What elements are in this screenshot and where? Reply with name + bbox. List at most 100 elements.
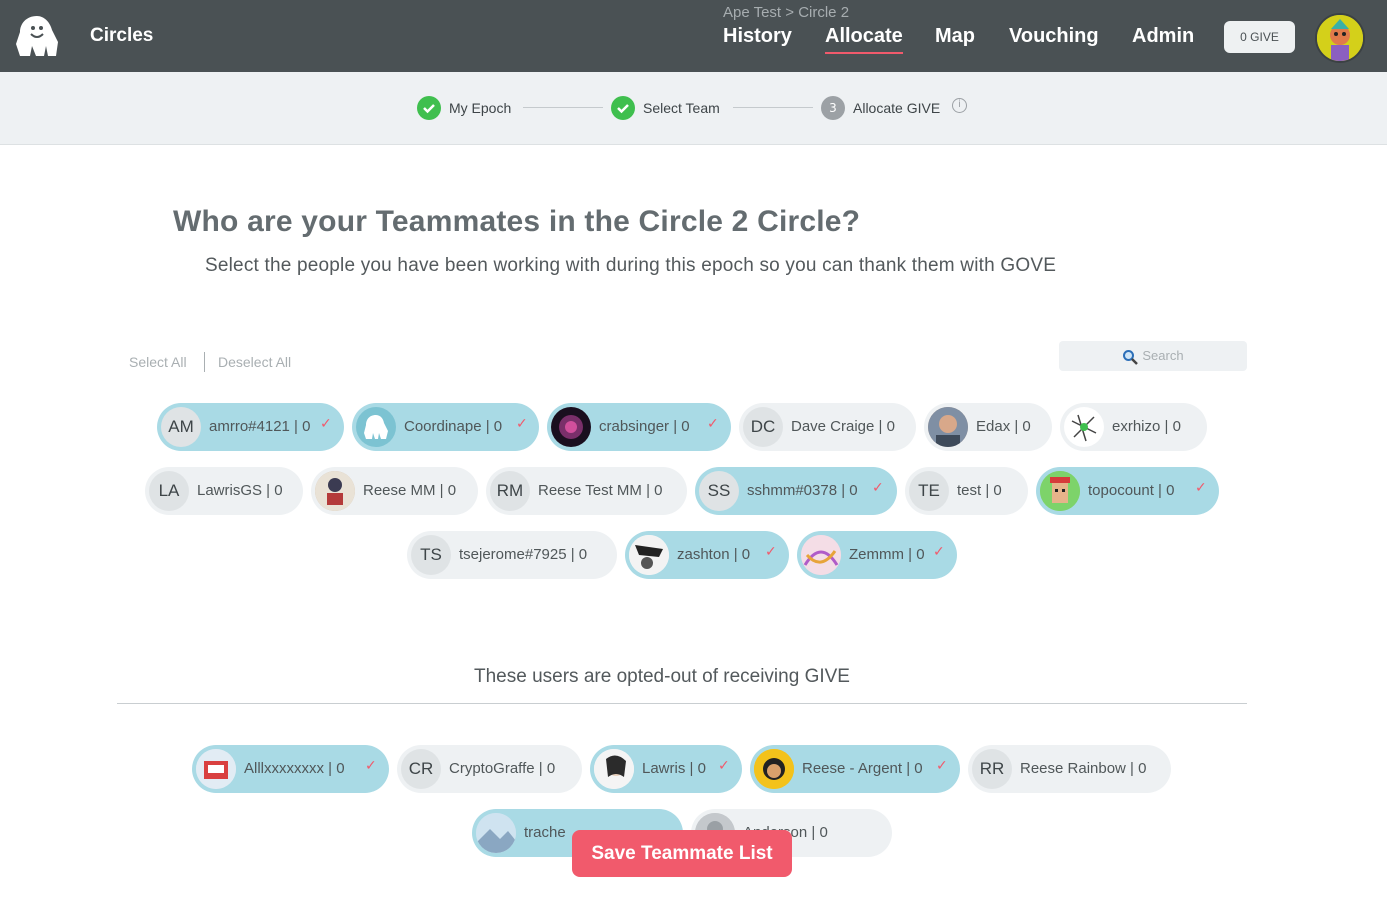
punk-icon <box>1040 471 1080 511</box>
give-balance-button[interactable]: 0 GIVE <box>1224 21 1295 53</box>
optout-label: CryptoGraffe | 0 <box>449 760 556 777</box>
teammate-chip[interactable]: TS tsejerome#7925 | 0 <box>407 531 617 579</box>
deselect-all-link[interactable]: Deselect All <box>218 354 291 370</box>
optout-chip[interactable]: Reese - Argent | 0 ✓ <box>750 745 960 793</box>
avatar: AM <box>161 407 201 447</box>
teammate-chip[interactable]: DC Dave Craige | 0 <box>739 403 916 451</box>
search-input[interactable]: Search <box>1059 341 1247 371</box>
teammate-chip[interactable]: Zemmm | 0 ✓ <box>797 531 957 579</box>
avatar: TS <box>411 535 451 575</box>
step-connector <box>523 107 603 108</box>
avatar <box>356 407 396 447</box>
check-icon <box>611 96 635 120</box>
teammate-label: Reese Test MM | 0 <box>538 482 663 499</box>
avatar <box>801 535 841 575</box>
optout-label: trache <box>524 824 566 841</box>
avatar <box>754 749 794 789</box>
step-connector <box>733 107 813 108</box>
nav-admin[interactable]: Admin <box>1132 25 1194 48</box>
avatar: DC <box>743 407 783 447</box>
yellow-face-icon <box>754 749 794 789</box>
optout-chip[interactable]: Alllxxxxxxxx | 0 ✓ <box>192 745 389 793</box>
teammate-label: zashton | 0 <box>677 546 751 563</box>
teammate-chip[interactable]: topocount | 0 ✓ <box>1036 467 1219 515</box>
teammate-chip[interactable]: Coordinape | 0 ✓ <box>352 403 539 451</box>
sketch-icon <box>1071 414 1097 442</box>
optout-chip[interactable]: RR Reese Rainbow | 0 <box>968 745 1171 793</box>
avatar: LA <box>149 471 189 511</box>
check-icon <box>417 96 441 120</box>
step-select-team[interactable]: Select Team <box>643 100 720 116</box>
teammate-chip[interactable]: zashton | 0 ✓ <box>625 531 789 579</box>
avatar: TE <box>909 471 949 511</box>
avatar <box>315 471 355 511</box>
step-allocate-give[interactable]: Allocate GIVE <box>853 100 940 116</box>
nav-vouching[interactable]: Vouching <box>1009 25 1099 48</box>
page-subtitle: Select the people you have been working … <box>205 255 1057 276</box>
profile-avatar[interactable] <box>1315 13 1365 63</box>
save-teammate-list-button[interactable]: Save Teammate List <box>572 830 792 877</box>
photo-icon <box>928 407 968 447</box>
optout-chip[interactable]: CR CryptoGraffe | 0 <box>397 745 582 793</box>
teammate-chip[interactable]: AM amrro#4121 | 0 ✓ <box>157 403 344 451</box>
avatar <box>196 749 236 789</box>
check-icon: ✓ <box>516 416 528 432</box>
teammate-chip[interactable]: RM Reese Test MM | 0 <box>486 467 687 515</box>
teammate-chip[interactable]: exrhizo | 0 <box>1060 403 1207 451</box>
poster-icon <box>315 471 355 511</box>
avatar <box>1064 407 1104 447</box>
teammate-chip[interactable]: LA LawrisGS | 0 <box>145 467 303 515</box>
check-icon: ✓ <box>718 758 730 774</box>
search-icon <box>1123 349 1139 365</box>
avatar-art-icon <box>1317 15 1363 61</box>
teammate-label: tsejerome#7925 | 0 <box>459 546 588 563</box>
info-icon[interactable]: i <box>952 98 967 113</box>
avatar <box>629 535 669 575</box>
avatar: RM <box>490 471 530 511</box>
check-icon: ✓ <box>365 758 377 774</box>
teammate-chip[interactable]: TE test | 0 <box>905 467 1028 515</box>
bw-art-icon <box>629 535 669 575</box>
landscape-icon <box>476 813 516 853</box>
nav-history[interactable]: History <box>723 25 792 48</box>
gorilla-logo-icon[interactable] <box>14 14 60 58</box>
divider <box>204 352 205 372</box>
avatar <box>928 407 968 447</box>
check-icon: ✓ <box>765 544 777 560</box>
step-number-badge: 3 <box>821 96 845 120</box>
avatar <box>476 813 516 853</box>
teammate-label: Reese MM | 0 <box>363 482 457 499</box>
optout-heading: These users are opted-out of receiving G… <box>474 666 850 687</box>
sketch-face-icon <box>594 749 634 789</box>
optout-label: Lawris | 0 <box>642 760 706 777</box>
optout-label: Reese Rainbow | 0 <box>1020 760 1147 777</box>
teammate-label: Zemmm | 0 <box>849 546 925 563</box>
teammate-chip[interactable]: SS sshmm#0378 | 0 ✓ <box>695 467 897 515</box>
teammate-chip[interactable]: Reese MM | 0 <box>311 467 478 515</box>
avatar <box>594 749 634 789</box>
nav-allocate[interactable]: Allocate <box>825 25 903 54</box>
section-divider <box>117 703 1247 704</box>
search-placeholder: Search <box>1142 348 1184 363</box>
teammate-chip[interactable]: Edax | 0 <box>924 403 1052 451</box>
teammate-label: test | 0 <box>957 482 1002 499</box>
check-icon: ✓ <box>1195 480 1207 496</box>
select-all-link[interactable]: Select All <box>129 354 187 370</box>
nav-map[interactable]: Map <box>935 25 975 48</box>
teammate-label: topocount | 0 <box>1088 482 1175 499</box>
teammate-label: Dave Craige | 0 <box>791 418 895 435</box>
box-art-icon <box>196 749 236 789</box>
breadcrumb: Ape Test > Circle 2 <box>723 4 850 21</box>
step-my-epoch[interactable]: My Epoch <box>449 100 511 116</box>
optout-chip[interactable]: Lawris | 0 ✓ <box>590 745 742 793</box>
teammate-label: crabsinger | 0 <box>599 418 690 435</box>
optout-label: Alllxxxxxxxx | 0 <box>244 760 345 777</box>
colorful-art-icon <box>801 535 841 575</box>
check-icon: ✓ <box>872 480 884 496</box>
brand-title[interactable]: Circles <box>90 25 153 47</box>
optout-label: Reese - Argent | 0 <box>802 760 923 777</box>
avatar: SS <box>699 471 739 511</box>
check-icon: ✓ <box>320 416 332 432</box>
teammate-chip[interactable]: crabsinger | 0 ✓ <box>547 403 731 451</box>
gorilla-logo-icon <box>364 415 388 439</box>
